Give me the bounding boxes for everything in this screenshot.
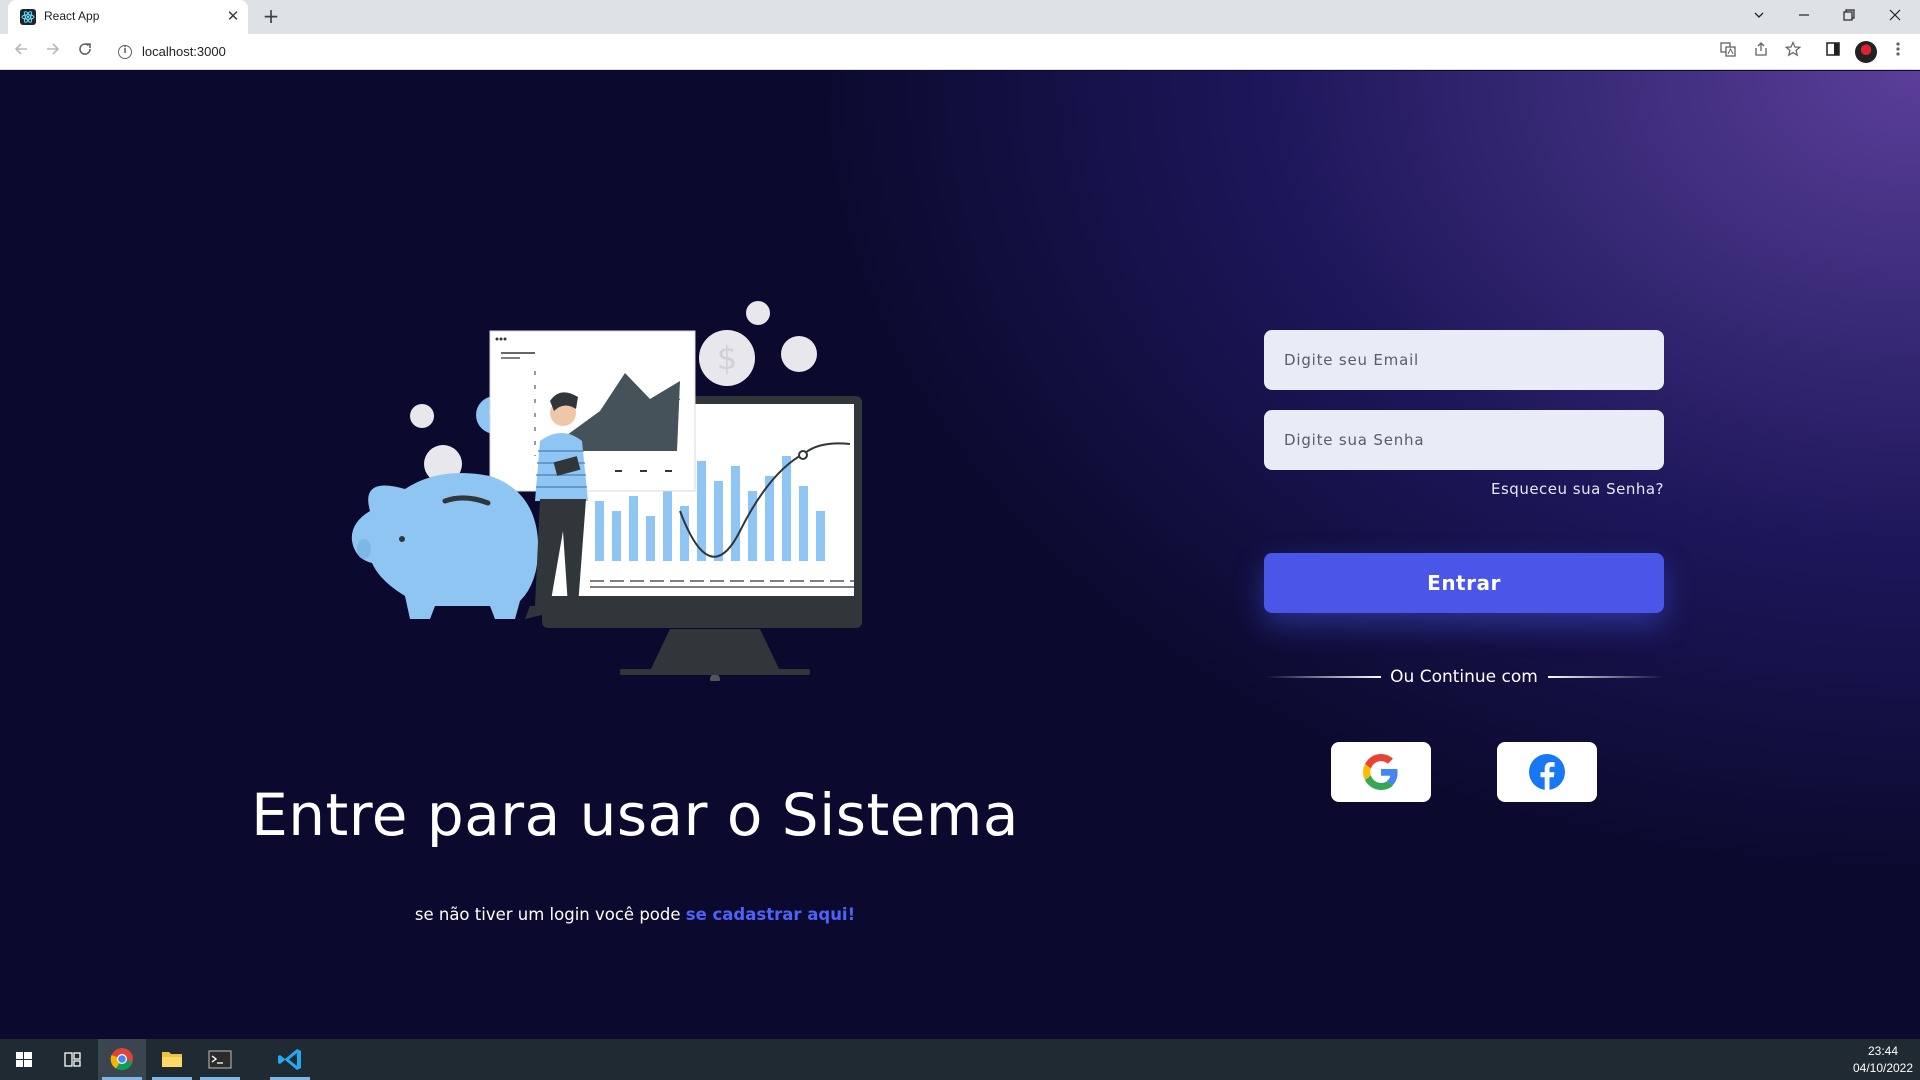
tab-close-icon[interactable]: ✕ [224,7,242,25]
share-icon[interactable] [1749,40,1773,64]
coin-icon [410,404,434,428]
login-page: $ % [0,71,1920,1039]
browser-toolbar: i localhost:3000 [0,34,1920,70]
windows-taskbar: 23:44 04/10/2022 [0,1039,1920,1080]
login-submit-button[interactable]: Entrar [1264,553,1664,613]
coin-icon [746,301,770,325]
windows-start-icon[interactable] [0,1039,48,1080]
taskbar-clock-time[interactable]: 23:44 [1850,1044,1916,1058]
file-explorer-icon[interactable] [148,1039,196,1080]
page-headline: Entre para usar o Sistema [251,781,1019,849]
new-tab-button[interactable]: + [260,6,282,28]
forward-icon[interactable] [41,40,65,64]
url-text[interactable]: localhost:3000 [142,44,226,59]
profile-avatar[interactable] [1855,41,1877,63]
google-icon [1363,754,1398,790]
facebook-icon [1529,754,1565,790]
facebook-login-button[interactable] [1497,742,1597,802]
address-bar[interactable]: i localhost:3000 [110,38,1705,66]
password-field[interactable] [1264,410,1664,470]
taskbar-clock-date[interactable]: 04/10/2022 [1850,1061,1916,1075]
forgot-password-link[interactable]: Esqueceu sua Senha? [1464,480,1664,498]
tab-search-icon[interactable] [1746,3,1772,29]
browser-tab[interactable]: React App ✕ [8,0,248,34]
signup-link[interactable]: se cadastrar aqui! [686,905,855,924]
svg-text:$: $ [717,339,737,377]
reload-icon[interactable] [73,40,97,64]
react-favicon-icon [20,9,36,25]
side-panel-icon[interactable] [1821,40,1845,64]
terminal-icon[interactable] [196,1039,244,1080]
info-icon[interactable]: i [118,45,132,59]
restore-icon[interactable] [1836,3,1862,29]
piggy-bank-icon [351,472,539,619]
coin-icon [781,336,817,372]
translate-icon[interactable] [1716,40,1740,64]
divider-line-right [1548,676,1663,678]
tab-title: React App [44,9,100,23]
vscode-icon[interactable] [266,1039,314,1080]
task-view-icon[interactable] [48,1039,96,1080]
close-icon[interactable] [1882,3,1908,29]
signup-prompt-text: se não tiver um login você pode [414,905,686,924]
browser-titlebar: React App ✕ + [0,0,1920,34]
menu-dots-icon[interactable] [1886,40,1910,64]
minimize-icon[interactable] [1791,3,1817,29]
google-login-button[interactable] [1331,742,1431,802]
chrome-icon[interactable] [98,1039,146,1080]
email-field[interactable] [1264,330,1664,390]
back-icon[interactable] [9,40,33,64]
bookmark-star-icon[interactable] [1781,40,1805,64]
signup-prompt: se não tiver um login você pode se cadas… [380,905,890,924]
piggy-bank-finance-illustration: $ % [351,301,862,681]
